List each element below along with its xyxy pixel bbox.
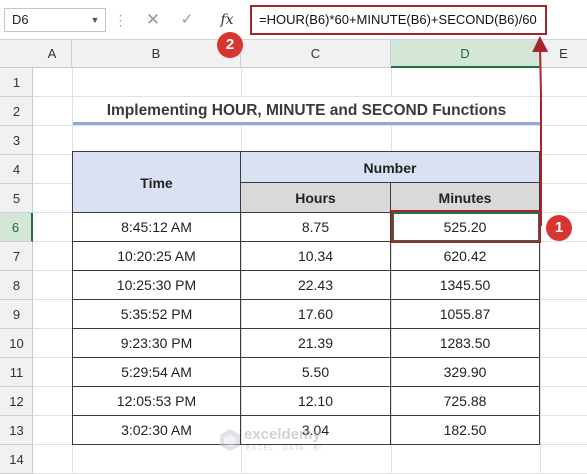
annotation-badge-1: 1 [546, 215, 572, 241]
annotation-badge-2: 2 [217, 32, 243, 58]
annotation-arrow [532, 36, 549, 226]
